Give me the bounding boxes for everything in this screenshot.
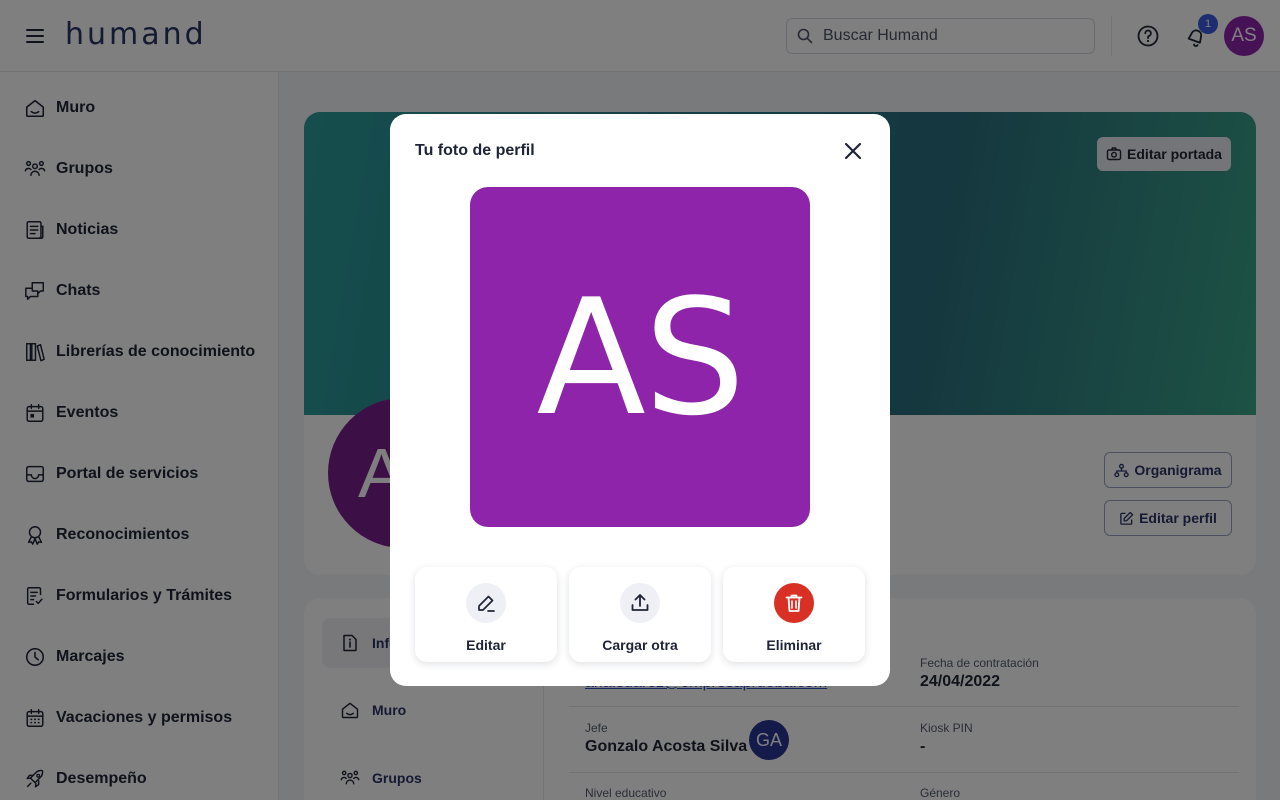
edit-photo-button[interactable]: Editar — [415, 567, 557, 662]
dialog-title: Tu foto de perfil — [415, 142, 535, 159]
action-label: Eliminar — [766, 637, 822, 653]
action-label: Editar — [466, 637, 506, 653]
close-icon[interactable] — [840, 138, 866, 164]
delete-action-circle — [774, 583, 814, 623]
action-label: Cargar otra — [602, 637, 678, 653]
edit-action-circle — [466, 583, 506, 623]
upload-action-circle — [620, 583, 660, 623]
upload-photo-button[interactable]: Cargar otra — [569, 567, 711, 662]
upload-icon — [631, 594, 649, 611]
delete-photo-button[interactable]: Eliminar — [723, 567, 865, 662]
profile-photo-preview: AS — [470, 187, 810, 527]
profile-photo-dialog: Tu foto de perfil AS Editar Cargar otra … — [390, 114, 890, 686]
trash-icon — [785, 594, 803, 612]
edit-pen-icon — [478, 595, 495, 612]
